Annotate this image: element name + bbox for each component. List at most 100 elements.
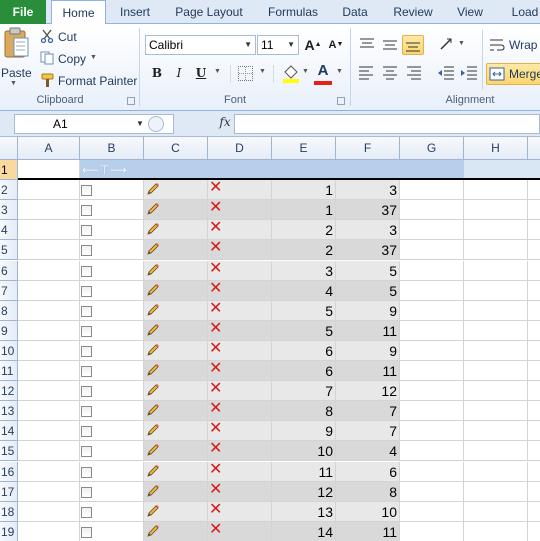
name-box-resize-icon[interactable] [148, 116, 164, 132]
cell[interactable] [400, 320, 464, 341]
cell-value-e[interactable]: 4 [272, 281, 336, 301]
font-name-box[interactable]: Calibri ▼ [145, 35, 256, 55]
cell[interactable] [464, 401, 528, 422]
cell[interactable] [18, 280, 80, 301]
cell-value-e[interactable]: 10 [272, 441, 336, 461]
cell[interactable] [18, 521, 80, 541]
cell-value-e[interactable]: 6 [272, 361, 336, 381]
grow-font-button[interactable]: A▲ [303, 35, 323, 55]
decrease-indent-icon[interactable] [436, 64, 456, 82]
checkbox[interactable] [81, 386, 92, 398]
fill-color-dropdown-icon[interactable]: ▼ [302, 68, 309, 75]
cell-value-f[interactable]: 11 [336, 361, 400, 381]
font-size-box[interactable]: 11 ▼ [257, 35, 299, 55]
cell-value-f[interactable]: 5 [336, 261, 400, 281]
row-header[interactable]: 6 [0, 260, 18, 281]
cell-value-f[interactable]: 6 [336, 462, 400, 482]
underline-button[interactable]: U [191, 63, 211, 83]
chevron-down-icon[interactable]: ▼ [287, 36, 295, 54]
pencil-icon[interactable] [146, 484, 160, 498]
cell[interactable] [400, 200, 464, 221]
pencil-icon[interactable] [146, 423, 160, 437]
copy-button[interactable]: Copy [58, 52, 86, 66]
checkbox[interactable] [81, 265, 92, 277]
row-header[interactable]: 10 [0, 340, 18, 361]
cell-value-f[interactable]: 7 [336, 401, 400, 421]
cell-value-e[interactable]: 13 [272, 502, 336, 522]
cell-value-f[interactable]: 4 [336, 441, 400, 461]
cell-value-f[interactable]: 5 [336, 281, 400, 301]
checkbox[interactable] [81, 285, 92, 297]
cell-value-f[interactable]: 10 [336, 502, 400, 522]
delete-icon[interactable]: ✕ [209, 200, 222, 216]
checkbox[interactable] [81, 325, 92, 337]
column-header-b[interactable]: B [80, 137, 144, 160]
cell-value-f[interactable]: 9 [336, 341, 400, 361]
cell[interactable] [18, 200, 80, 221]
delete-icon[interactable]: ✕ [209, 280, 222, 297]
borders-dropdown-icon[interactable]: ▼ [259, 68, 266, 75]
cell[interactable] [528, 421, 540, 442]
column-header-e[interactable]: E [272, 137, 336, 160]
cell-value-e[interactable]: 1 [272, 200, 336, 220]
cell[interactable] [18, 441, 80, 462]
select-all-corner[interactable] [0, 137, 18, 160]
pencil-icon[interactable] [146, 182, 160, 196]
cell[interactable] [400, 180, 464, 201]
row-header[interactable]: 4 [0, 220, 18, 241]
cell[interactable] [528, 260, 540, 281]
delete-icon[interactable]: ✕ [209, 441, 222, 457]
cell[interactable] [528, 521, 540, 541]
wrap-text-button[interactable]: Wrap [509, 38, 537, 52]
cell-value-e[interactable]: 11 [272, 462, 336, 482]
cell-value-e[interactable]: 2 [272, 240, 336, 260]
delete-icon[interactable]: ✕ [209, 340, 222, 357]
cell[interactable] [400, 461, 464, 482]
cell[interactable] [528, 300, 540, 321]
font-launcher-icon[interactable] [337, 97, 345, 105]
cell[interactable] [528, 361, 540, 382]
delete-icon[interactable]: ✕ [209, 501, 222, 518]
cell[interactable] [18, 320, 80, 341]
row-header[interactable]: 5 [0, 240, 18, 261]
cell-value-f[interactable]: 3 [336, 220, 400, 240]
cell-value-f[interactable]: 9 [336, 301, 400, 321]
cell[interactable] [464, 260, 528, 281]
delete-icon[interactable]: ✕ [209, 300, 222, 317]
tab-review[interactable]: Review [389, 0, 437, 24]
row-header[interactable]: 16 [0, 461, 18, 482]
checkbox[interactable] [81, 225, 92, 237]
cell[interactable] [528, 461, 540, 482]
delete-icon[interactable]: ✕ [209, 481, 222, 498]
cell[interactable] [18, 481, 80, 502]
delete-icon[interactable]: ✕ [209, 381, 222, 397]
cell[interactable] [464, 381, 528, 402]
checkbox[interactable] [81, 205, 92, 217]
align-right-icon[interactable] [403, 64, 423, 82]
pencil-icon[interactable] [146, 263, 160, 277]
delete-icon[interactable]: ✕ [209, 421, 222, 437]
cell[interactable] [464, 300, 528, 321]
cell[interactable] [18, 220, 80, 241]
chevron-down-icon[interactable]: ▼ [244, 36, 252, 54]
cell[interactable] [464, 361, 528, 382]
cell-value-f[interactable]: 11 [336, 522, 400, 541]
cell[interactable] [18, 401, 80, 422]
pencil-icon[interactable] [146, 222, 160, 236]
row-header[interactable]: 1 [0, 160, 18, 181]
cell[interactable] [400, 501, 464, 522]
cell-value-e[interactable]: 12 [272, 482, 336, 502]
checkbox[interactable] [81, 526, 92, 538]
delete-icon[interactable]: ✕ [209, 521, 222, 538]
cell[interactable] [528, 200, 540, 221]
cell[interactable] [464, 200, 528, 221]
cell[interactable] [18, 381, 80, 402]
cell-value-f[interactable]: 37 [336, 240, 400, 260]
checkbox[interactable] [81, 506, 92, 518]
checkbox[interactable] [81, 245, 92, 257]
cell-value-e[interactable]: 3 [272, 261, 336, 281]
cell[interactable] [528, 220, 540, 241]
cell[interactable] [528, 481, 540, 502]
row-header[interactable]: 3 [0, 200, 18, 221]
cell-value-e[interactable]: 9 [272, 421, 336, 441]
